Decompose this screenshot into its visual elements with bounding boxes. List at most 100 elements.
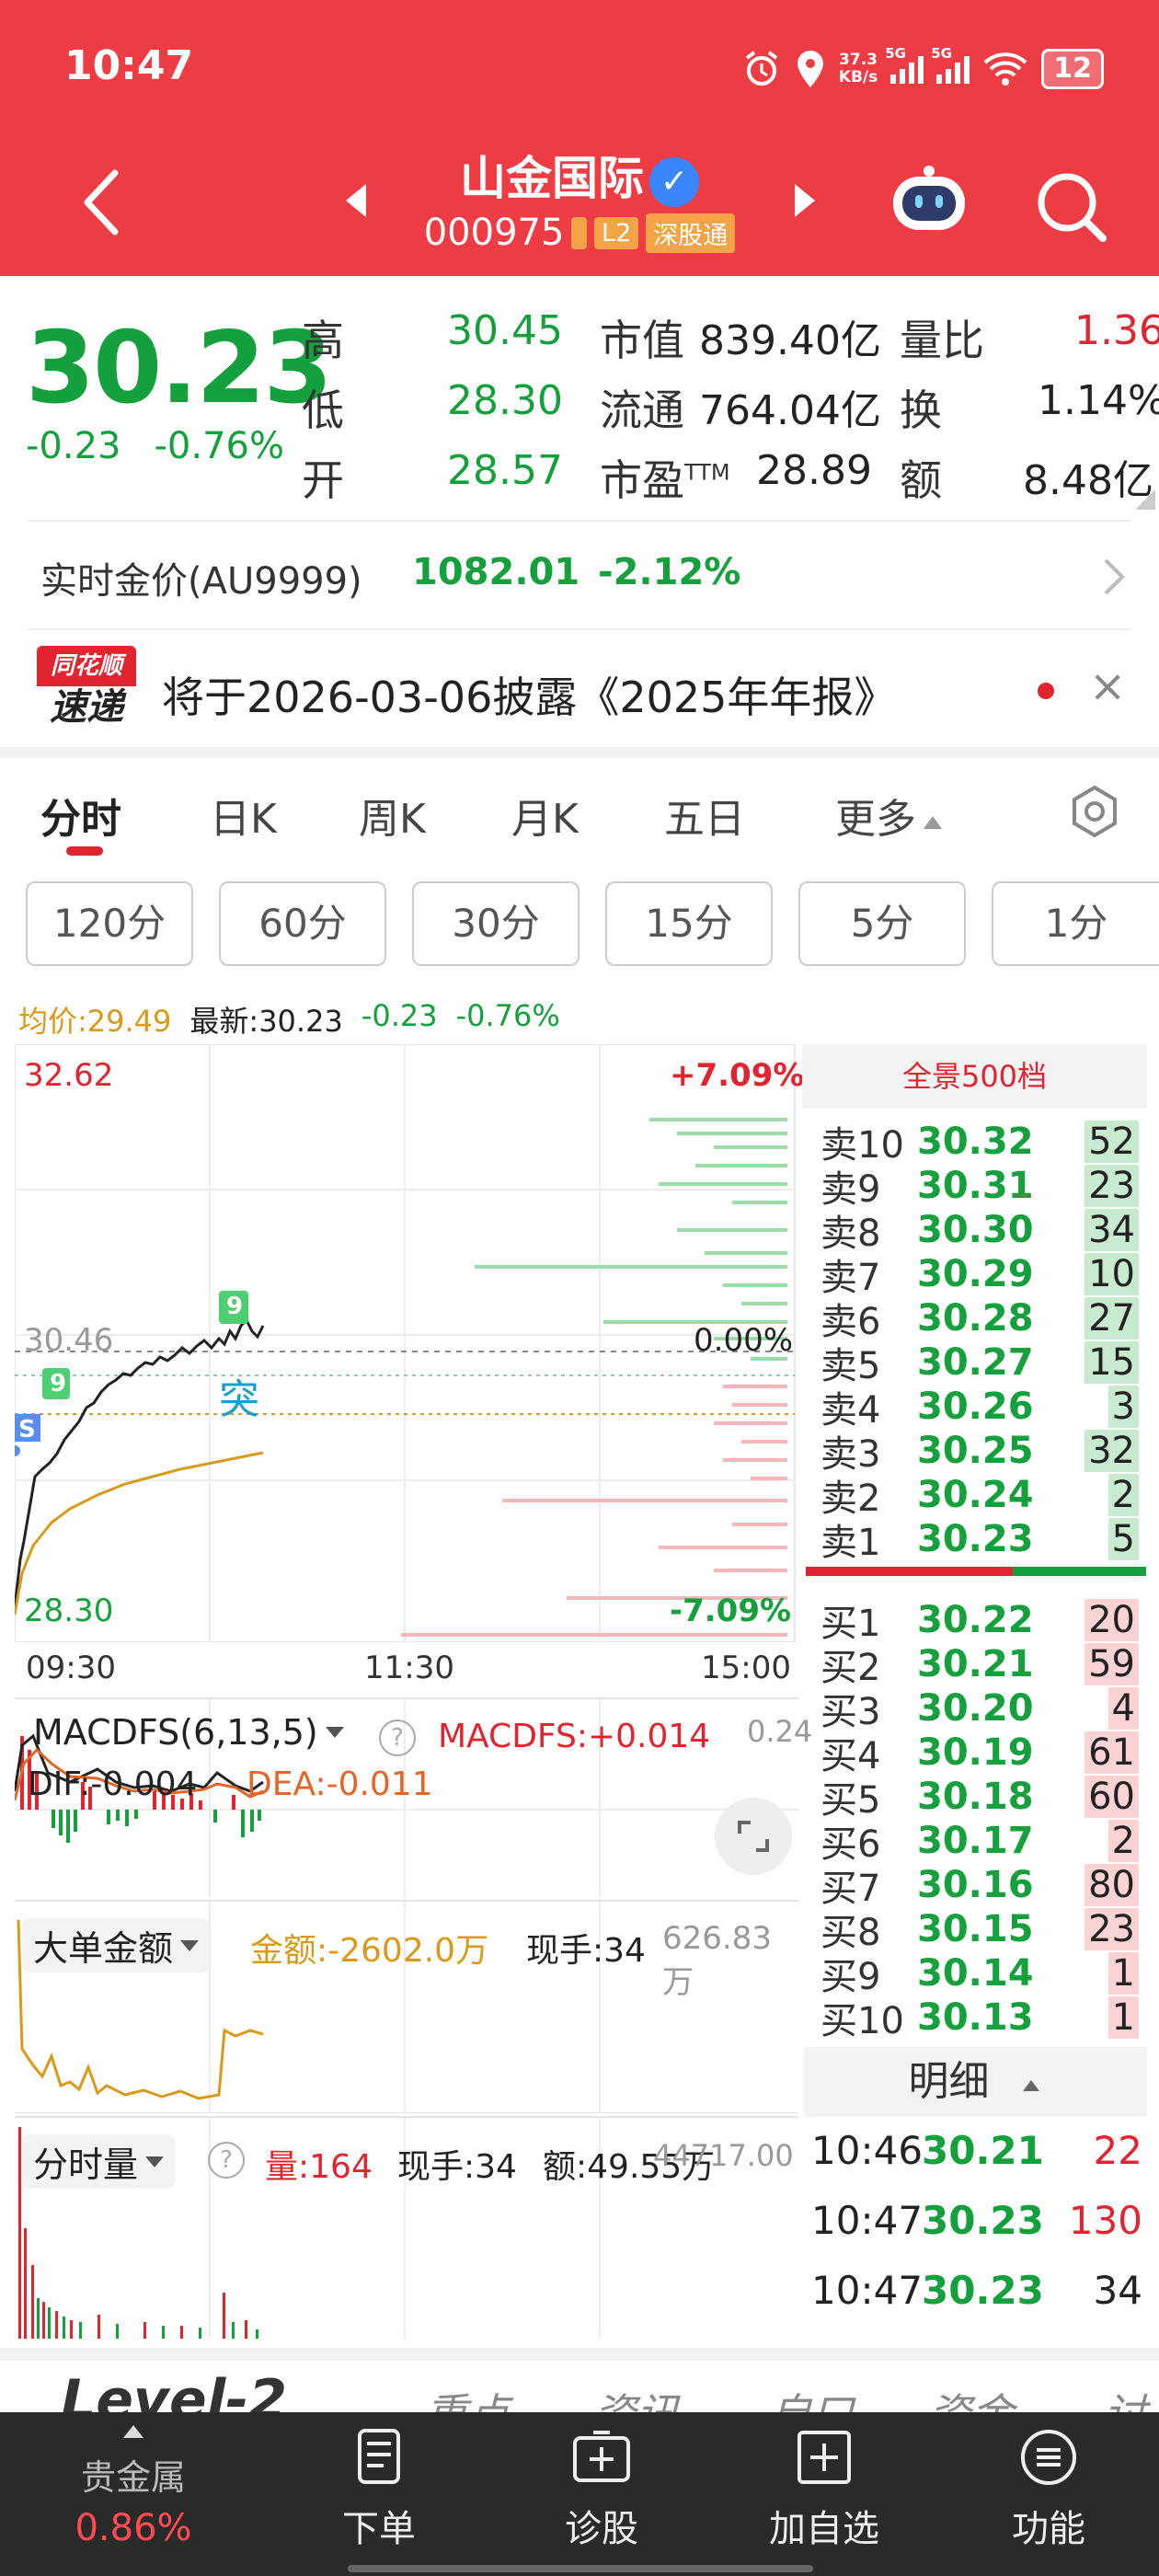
ask-row[interactable]: 卖10 30.32 52 (820, 1120, 1142, 1167)
big-order-amount: 金额:-2602.0万 (250, 1932, 489, 1970)
peek-tab-funds[interactable]: 资金 (929, 2381, 1014, 2412)
volume-panel[interactable]: 分时量 ? 量:164 现手:34 额:49.55万 44717.00 (15, 2116, 798, 2339)
close-icon[interactable]: × (1089, 661, 1126, 712)
peek-tab-key[interactable]: 重点 (425, 2381, 510, 2412)
amount-label: 额 (900, 455, 942, 505)
quote-panel[interactable]: 30.23 -0.23 -0.76% 高 低 开 30.45 28.30 28.… (0, 276, 1159, 515)
tab-monthly-k[interactable]: 月K (511, 786, 579, 845)
big-order-panel[interactable]: 大单金额 金额:-2602.0万 现手:34 626.83万 (15, 1900, 798, 2113)
tab-five-day[interactable]: 五日 (664, 786, 745, 845)
tab-intraday[interactable]: 分时 (40, 786, 121, 845)
ask-price: 30.23 (917, 1518, 1034, 1560)
ask-level-label: 卖1 (820, 1522, 881, 1564)
bid-row[interactable]: 买5 30.18 60 (820, 1775, 1142, 1822)
ai-robot-icon[interactable] (888, 164, 970, 237)
period-60[interactable]: 60分 (219, 881, 386, 966)
bid-volume: 23 (1084, 1908, 1139, 1950)
avg-price: 均价:29.49 (18, 1004, 172, 1039)
macd-panel[interactable]: MACDFS(6,13,5) ? MACDFS:+0.014 0.24 DIF:… (15, 1697, 812, 1897)
bid-row[interactable]: 买10 30.13 1 (820, 1995, 1142, 2042)
help-icon[interactable]: ? (379, 1719, 416, 1756)
current-price: 30.23 (26, 311, 333, 426)
intraday-chart[interactable]: 32.62 30.46 28.30 +7.09% 0.00% -7.09% S … (9, 1043, 804, 1686)
fullscreen-icon[interactable] (714, 1797, 793, 1876)
ask-volume: 3 (1107, 1386, 1139, 1428)
peek-tab-discuss[interactable]: 讨 (1104, 2381, 1146, 2412)
ask-volume: 15 (1084, 1341, 1139, 1384)
ask-row[interactable]: 卖7 30.29 10 (820, 1252, 1142, 1299)
period-1[interactable]: 1分 (992, 881, 1159, 966)
time-start: 09:30 (26, 1650, 116, 1686)
peek-tab-self[interactable]: 自口 (769, 2381, 854, 2412)
big-order-axis-top: 626.83万 (662, 1920, 772, 2001)
tab-more[interactable]: 更多 (835, 786, 946, 845)
ask-row[interactable]: 卖5 30.27 15 (820, 1340, 1142, 1387)
ask-row[interactable]: 卖6 30.28 27 (820, 1296, 1142, 1343)
tab-weekly-k[interactable]: 周K (359, 786, 426, 845)
help-icon[interactable]: ? (208, 2142, 245, 2179)
peek-tab-news[interactable]: 资讯 (594, 2381, 679, 2412)
bid-row[interactable]: 买6 30.17 2 (820, 1819, 1142, 1866)
tab-daily-k[interactable]: 日K (210, 786, 277, 845)
ask-price: 30.29 (917, 1253, 1034, 1295)
detail-header[interactable]: 明细 (804, 2047, 1147, 2117)
order-book[interactable]: 全景500档 卖10 30.32 52 卖9 30.31 23 卖8 30.30 34 卖7 30.… (802, 1044, 1147, 2313)
ask-volume: 23 (1084, 1165, 1139, 1207)
home-indicator[interactable] (348, 2565, 813, 2572)
nav-add-watchlist[interactable]: 加自选 (732, 2425, 916, 2552)
net-speed-value: 37.3 (839, 51, 878, 69)
bid-level-label: 买10 (820, 2000, 904, 2042)
notice-banner[interactable]: 同花顺 速递 将于2026-03-06披露《2025年年报》 × (0, 635, 1159, 750)
intraday-chart-svg (9, 1043, 796, 1643)
bid-row[interactable]: 买3 30.20 4 (820, 1686, 1142, 1733)
volume-value: 量:164 (265, 2148, 373, 2186)
bid-row[interactable]: 买7 30.16 80 (820, 1863, 1142, 1910)
high-label: 高 (302, 316, 344, 365)
period-15[interactable]: 15分 (605, 881, 773, 966)
pct-axis-mid: 0.00% (694, 1322, 794, 1359)
bid-volume: 61 (1084, 1731, 1139, 1774)
ask-row[interactable]: 卖2 30.24 2 (820, 1473, 1142, 1520)
chevron-right-icon (1104, 558, 1125, 595)
ask-row[interactable]: 卖4 30.26 3 (820, 1385, 1142, 1432)
bid-row[interactable]: 买2 30.21 59 (820, 1642, 1142, 1689)
bid-price: 30.13 (917, 1996, 1034, 2039)
connect-tag: 深股通 (646, 213, 736, 253)
volume-selector[interactable]: 分时量 (22, 2134, 176, 2189)
period-5[interactable]: 5分 (798, 881, 966, 966)
intraday-legend: 均价:29.49 最新:30.23 -0.23 -0.76% (18, 998, 560, 1041)
gold-price-row[interactable]: 实时金价(AU9999) 1082.01 -2.12% (28, 520, 1131, 630)
ask-row[interactable]: 卖3 30.25 32 (820, 1429, 1142, 1476)
trade-qty: 22 (1093, 2128, 1142, 2173)
order-book-header[interactable]: 全景500档 (802, 1044, 1147, 1109)
nav-order[interactable]: 下单 (287, 2425, 471, 2552)
sector-name: 贵金属 (80, 2457, 186, 2498)
ask-volume: 52 (1084, 1121, 1139, 1163)
bid-row[interactable]: 买8 30.15 23 (820, 1907, 1142, 1954)
period-30[interactable]: 30分 (412, 881, 580, 966)
stock-name: 山金国际 (460, 152, 644, 205)
expand-corner-icon[interactable] (1135, 489, 1155, 510)
ask-price: 30.28 (917, 1297, 1034, 1340)
ask-row[interactable]: 卖1 30.23 5 (820, 1517, 1142, 1564)
amount-value: 8.48亿 (1023, 457, 1153, 504)
bid-price: 30.19 (917, 1731, 1034, 1774)
y-axis-top: 32.62 (24, 1057, 114, 1094)
gold-price-label: 实时金价(AU9999) (40, 560, 362, 603)
macd-selector[interactable]: MACDFS(6,13,5) (22, 1710, 355, 1754)
next-stock-icon[interactable] (791, 182, 819, 219)
peek-tab-level2[interactable]: Level-2 (61, 2368, 287, 2412)
period-120[interactable]: 120分 (26, 881, 193, 966)
nav-functions[interactable]: 功能 (957, 2425, 1141, 2552)
nav-diagnose[interactable]: 诊股 (510, 2425, 694, 2552)
big-order-selector[interactable]: 大单金额 (22, 1918, 211, 1972)
ask-row[interactable]: 卖9 30.31 23 (820, 1164, 1142, 1211)
ask-row[interactable]: 卖8 30.30 34 (820, 1208, 1142, 1255)
settings-icon[interactable] (1067, 784, 1122, 839)
search-icon[interactable] (1030, 166, 1113, 248)
bid-row[interactable]: 买4 30.19 61 (820, 1731, 1142, 1777)
bid-row[interactable]: 买9 30.14 1 (820, 1951, 1142, 1998)
verified-icon: ✓ (649, 156, 699, 207)
bid-row[interactable]: 买1 30.22 20 (820, 1598, 1142, 1645)
sector-tab[interactable]: 贵金属 0.86% (55, 2423, 212, 2549)
